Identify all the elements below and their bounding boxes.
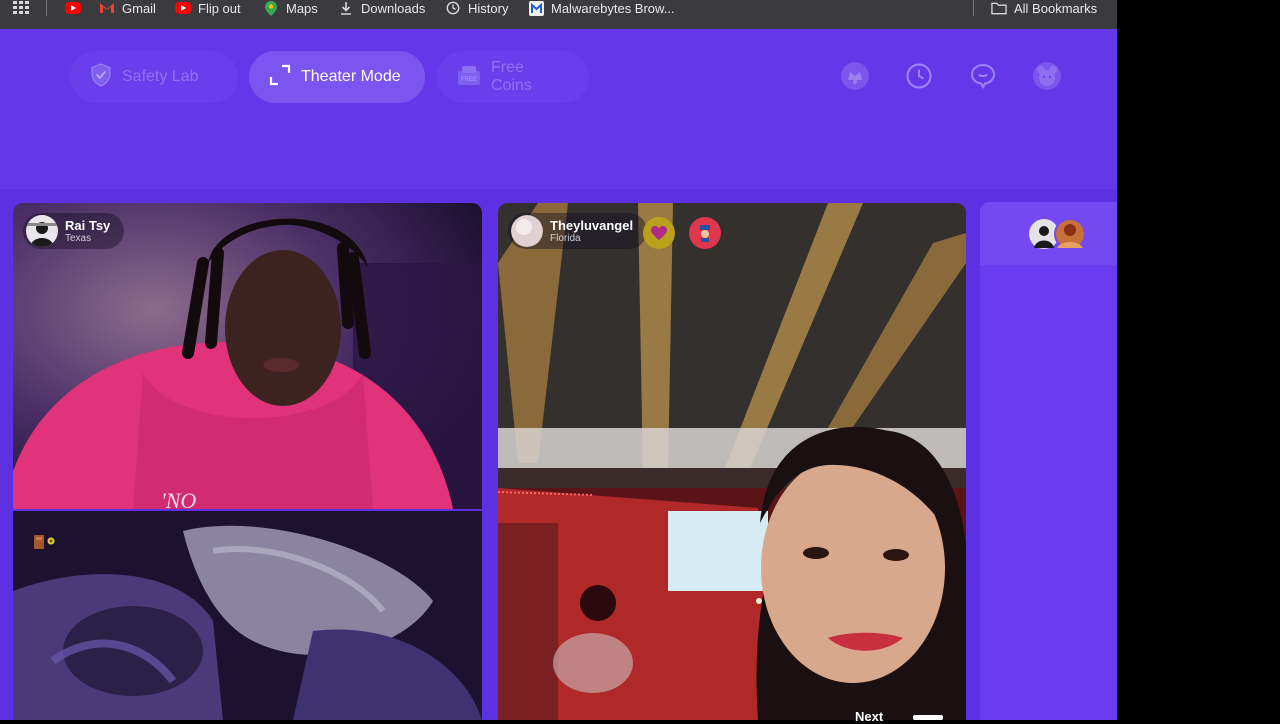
vip-icon[interactable] xyxy=(840,61,870,91)
bookmark-label: Downloads xyxy=(361,0,426,16)
next-button[interactable]: Next xyxy=(855,709,883,724)
youtube-bookmark[interactable] xyxy=(65,0,81,16)
bookmark-label: Flip out xyxy=(198,0,241,16)
participant-avatars[interactable] xyxy=(1029,218,1089,250)
video-tile-theyluvangel[interactable]: Theyluvangel Florida xyxy=(498,203,966,720)
bookmark-malwarebytes[interactable]: Malwarebytes Brow... xyxy=(528,0,675,16)
username: Theyluvangel xyxy=(550,217,634,233)
safety-lab-button[interactable]: Safety Lab xyxy=(70,51,238,103)
video-tile-2[interactable] xyxy=(13,511,482,720)
svg-text:FREE: FREE xyxy=(461,77,477,83)
folder-icon xyxy=(991,1,1007,15)
youtube-icon xyxy=(175,2,191,14)
coffee-badge-icon xyxy=(25,525,59,559)
police-badge-icon xyxy=(689,217,721,249)
all-bookmarks-label: All Bookmarks xyxy=(1014,0,1098,16)
bookmark-history[interactable]: History xyxy=(445,0,508,16)
history-clock-icon[interactable] xyxy=(904,61,934,91)
coins-icon: FREE xyxy=(457,64,481,91)
user-tag[interactable]: Rai Tsy Texas xyxy=(23,213,125,249)
bookmark-label: History xyxy=(468,0,509,16)
video-tile-rai-tsy[interactable]: 'NO Rai Tsy Texas xyxy=(13,203,482,509)
bookmark-label: Maps xyxy=(286,0,318,16)
video-feed xyxy=(498,203,966,720)
malwarebytes-icon xyxy=(528,0,544,16)
safety-lab-label: Safety Lab xyxy=(122,68,199,85)
shield-icon xyxy=(90,62,112,92)
profile-avatar-icon[interactable] xyxy=(1032,61,1062,91)
chat-icon[interactable] xyxy=(968,61,998,91)
apps-grid-icon[interactable] xyxy=(13,0,29,16)
avatar xyxy=(511,215,543,247)
bookmark-maps[interactable]: Maps xyxy=(263,0,318,16)
history-icon xyxy=(445,1,461,15)
expand-icon xyxy=(269,64,291,91)
video-feed xyxy=(13,511,482,720)
maps-pin-icon xyxy=(263,0,279,16)
bookmark-gmail[interactable]: Gmail xyxy=(99,0,156,16)
top-toolbar: Safety Lab Theater Mode FREE Free Coins xyxy=(0,29,1117,189)
username: Rai Tsy xyxy=(65,217,111,233)
user-location: Texas xyxy=(65,232,92,244)
bookmarks-bar: Gmail Flip out Maps Downloads History Ma… xyxy=(0,0,1117,29)
download-icon xyxy=(338,1,354,15)
theater-mode-button[interactable]: Theater Mode xyxy=(249,51,425,103)
side-panel-header xyxy=(980,202,1117,265)
avatar xyxy=(26,215,58,247)
youtube-icon xyxy=(65,2,81,14)
free-coins-button[interactable]: FREE Free Coins xyxy=(437,51,589,103)
theater-mode-label: Theater Mode xyxy=(301,68,401,85)
user-location: Florida xyxy=(550,232,581,244)
gmail-icon xyxy=(99,1,115,15)
all-bookmarks-button[interactable]: All Bookmarks xyxy=(991,0,1097,16)
bookmarks-divider xyxy=(973,0,974,16)
bookmark-label: Gmail xyxy=(122,0,156,16)
bookmark-flip-out[interactable]: Flip out xyxy=(175,0,241,16)
heart-badge-icon xyxy=(643,217,675,249)
bookmarks-divider xyxy=(46,0,47,16)
shirt-text: 'NO xyxy=(161,488,196,509)
bookmark-downloads[interactable]: Downloads xyxy=(338,0,425,16)
side-panel xyxy=(980,202,1117,720)
free-coins-label: Free Coins xyxy=(491,59,532,94)
user-tag[interactable]: Theyluvangel Florida xyxy=(508,213,648,249)
bookmark-label: Malwarebytes Brow... xyxy=(551,0,675,16)
